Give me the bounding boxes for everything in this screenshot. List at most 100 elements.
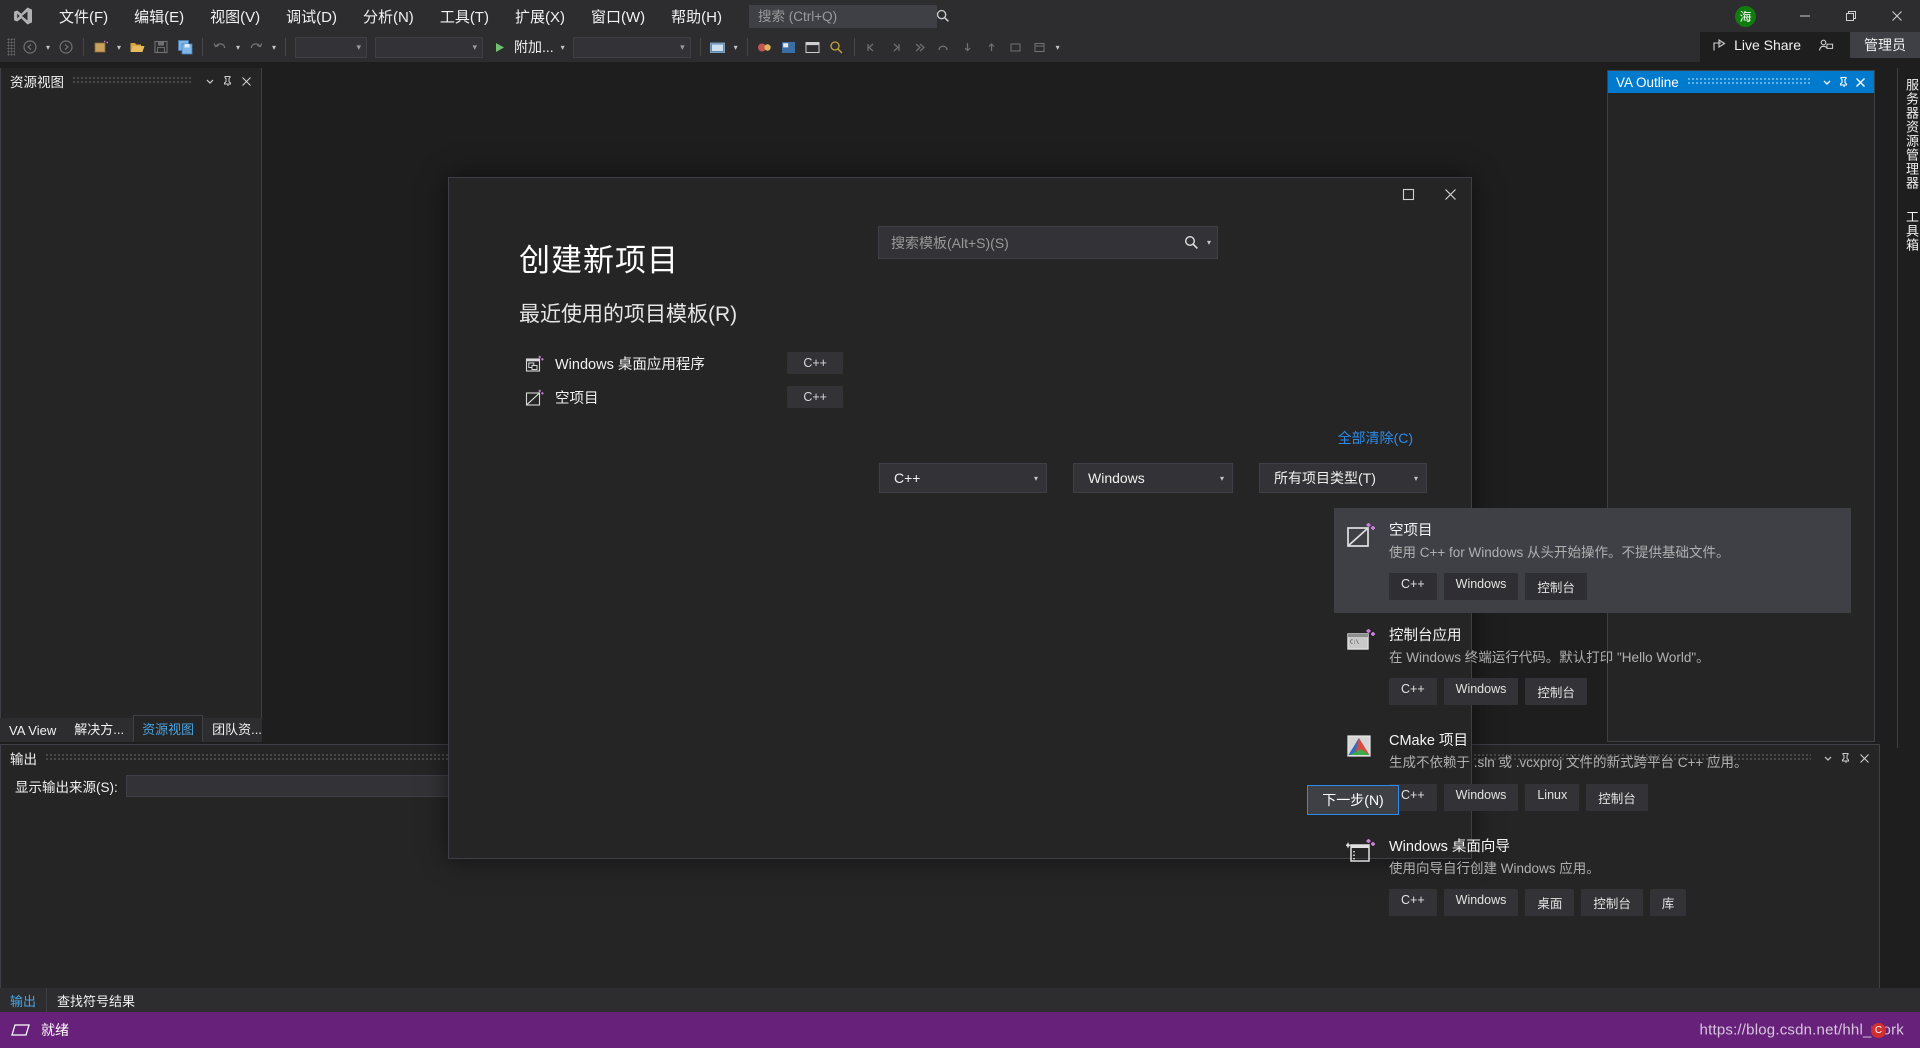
language-filter-value: C++ <box>894 470 921 486</box>
project-type-filter-value: 所有项目类型(T) <box>1274 470 1376 486</box>
menu-item-view[interactable]: 视图(V) <box>197 0 273 32</box>
undo-dropdown[interactable]: ▾ <box>232 35 244 59</box>
save-all-button[interactable] <box>173 35 197 59</box>
template-search-input[interactable] <box>891 234 1183 251</box>
platform-filter-select[interactable]: Windows ▾ <box>1073 463 1233 493</box>
redo-dropdown[interactable]: ▾ <box>268 35 280 59</box>
screenshot-dropdown[interactable]: ▾ <box>730 35 742 59</box>
step-left-button[interactable] <box>860 35 884 59</box>
tab-find-symbol-results[interactable]: 查找符号结果 <box>47 988 145 1013</box>
close-button[interactable] <box>1874 0 1920 32</box>
window-layout-button[interactable] <box>801 35 825 59</box>
attach-label[interactable]: 附加... <box>511 37 557 57</box>
step-extra-button[interactable] <box>1028 35 1052 59</box>
menu-item-edit[interactable]: 编辑(E) <box>121 0 197 32</box>
tab-team-explorer[interactable]: 团队资... <box>203 715 271 742</box>
template-tag: 控制台 <box>1581 888 1643 916</box>
template-list-item[interactable]: CMake 项目 生成不依赖于 .sln 或 .vcxproj 文件的新式跨平台… <box>1334 718 1851 823</box>
template-search-box[interactable]: ▾ <box>878 226 1218 259</box>
template-tag: C++ <box>1389 573 1437 601</box>
template-name: Windows 桌面向导 <box>1389 838 1510 855</box>
template-description: 生成不依赖于 .sln 或 .vcxproj 文件的新式跨平台 C++ 应用。 <box>1389 755 1748 771</box>
quick-search-box[interactable] <box>748 4 949 28</box>
solution-config-combo[interactable]: ▾ <box>295 36 367 58</box>
menu-item-file[interactable]: 文件(F) <box>46 0 121 32</box>
chevron-down-icon[interactable]: ▾ <box>1207 238 1211 247</box>
navigate-back-dropdown[interactable]: ▾ <box>42 35 54 59</box>
toolbar-overflow-button[interactable]: ▾ <box>1052 35 1064 59</box>
step-into-button[interactable] <box>956 35 980 59</box>
recent-template-item[interactable]: Windows 桌面应用程序 C++ <box>511 346 851 380</box>
open-file-button[interactable] <box>125 35 149 59</box>
vertical-tab-toolbox[interactable]: 工具箱 <box>1898 200 1920 262</box>
solution-platform-combo[interactable]: ▾ <box>375 36 483 58</box>
send-feedback-button[interactable] <box>1809 32 1842 58</box>
step-right2-button[interactable] <box>908 35 932 59</box>
color-palette-button[interactable] <box>777 35 801 59</box>
search-navigate-button[interactable] <box>825 35 849 59</box>
menu-item-debug[interactable]: 调试(D) <box>273 0 350 32</box>
avatar[interactable]: 海 <box>1735 5 1756 27</box>
step-right-button[interactable] <box>884 35 908 59</box>
debug-target-combo[interactable]: ▾ <box>572 36 691 58</box>
clear-all-link[interactable]: 全部清除(C) <box>1338 428 1413 448</box>
step-over-button[interactable] <box>932 35 956 59</box>
live-share-button[interactable]: Live Share <box>1704 32 1809 58</box>
template-list[interactable]: 空项目 使用 C++ for Windows 从头开始操作。不提供基础文件。 C… <box>1334 508 1851 926</box>
tab-output[interactable]: 输出 <box>0 987 48 1013</box>
pin-icon[interactable] <box>219 71 237 91</box>
screenshot-button[interactable] <box>706 35 730 59</box>
next-button[interactable]: 下一步(N) <box>1307 785 1399 815</box>
breakpoint-button[interactable] <box>753 35 777 59</box>
recent-template-item[interactable]: 空项目 C++ <box>511 380 851 414</box>
close-icon[interactable] <box>237 71 255 91</box>
left-dock-tabs: VA View 解决方... 资源视图 团队资... <box>0 715 262 742</box>
vertical-tab-server-explorer[interactable]: 服务器资源管理器 <box>1898 68 1920 200</box>
minimize-button[interactable] <box>1782 0 1828 32</box>
attach-dropdown[interactable]: ▾ <box>557 35 569 59</box>
template-list-item[interactable]: C:\ 控制台应用 在 Windows 终端运行代码。默认打印 "Hello W… <box>1334 613 1851 718</box>
navigate-forward-button[interactable] <box>54 35 78 59</box>
tab-va-view[interactable]: VA View <box>0 719 65 742</box>
save-button[interactable] <box>149 35 173 59</box>
menu-item-analyze[interactable]: 分析(N) <box>350 0 427 32</box>
new-project-dropdown[interactable]: ▾ <box>113 35 125 59</box>
chevron-down-icon[interactable] <box>1818 72 1835 92</box>
step-out-button[interactable] <box>980 35 1004 59</box>
menu-item-help[interactable]: 帮助(H) <box>658 0 735 32</box>
tab-solution-explorer[interactable]: 解决方... <box>65 715 133 742</box>
template-list-item[interactable]: 空项目 使用 C++ for Windows 从头开始操作。不提供基础文件。 C… <box>1334 508 1851 614</box>
step-more-button[interactable] <box>1004 35 1028 59</box>
language-filter-select[interactable]: C++ ▾ <box>879 463 1047 493</box>
template-list-item[interactable]: Windows 桌面向导 使用向导自行创建 Windows 应用。 C++ Wi… <box>1334 824 1851 926</box>
template-tag: 库 <box>1649 888 1687 916</box>
menu-item-extensions[interactable]: 扩展(X) <box>502 0 578 32</box>
ready-flag-icon <box>11 1024 30 1036</box>
close-icon[interactable] <box>1855 748 1873 768</box>
resource-view-body[interactable] <box>1 94 261 727</box>
close-icon[interactable] <box>1852 72 1869 92</box>
tab-resource-view[interactable]: 资源视图 <box>133 715 204 742</box>
restore-button[interactable] <box>1828 0 1874 32</box>
quick-search-input[interactable] <box>757 8 935 24</box>
recent-template-lang: C++ <box>787 386 843 408</box>
open-folder-icon <box>130 42 144 52</box>
navigate-back-button[interactable] <box>18 35 42 59</box>
start-debug-button[interactable] <box>487 35 511 59</box>
toolbar-grip[interactable] <box>7 38 15 56</box>
chevron-down-icon[interactable] <box>201 71 219 91</box>
menu-item-window[interactable]: 窗口(W) <box>578 0 658 32</box>
pin-icon[interactable] <box>1835 72 1852 92</box>
new-project-button[interactable] <box>89 35 113 59</box>
menu-item-tools[interactable]: 工具(T) <box>427 0 502 32</box>
dialog-close-button[interactable] <box>1429 178 1471 210</box>
feedback-person-icon <box>1819 39 1834 51</box>
undo-button[interactable] <box>208 35 232 59</box>
template-name: 空项目 <box>1389 523 1433 539</box>
project-type-filter-select[interactable]: 所有项目类型(T) ▾ <box>1259 463 1427 493</box>
redo-button[interactable] <box>244 35 268 59</box>
output-source-select[interactable]: ▾ <box>125 775 484 797</box>
dialog-restore-button[interactable] <box>1387 178 1429 210</box>
chevron-down-icon: ▾ <box>1219 473 1224 483</box>
template-info: Windows 桌面向导 使用向导自行创建 Windows 应用。 C++ Wi… <box>1389 835 1837 916</box>
